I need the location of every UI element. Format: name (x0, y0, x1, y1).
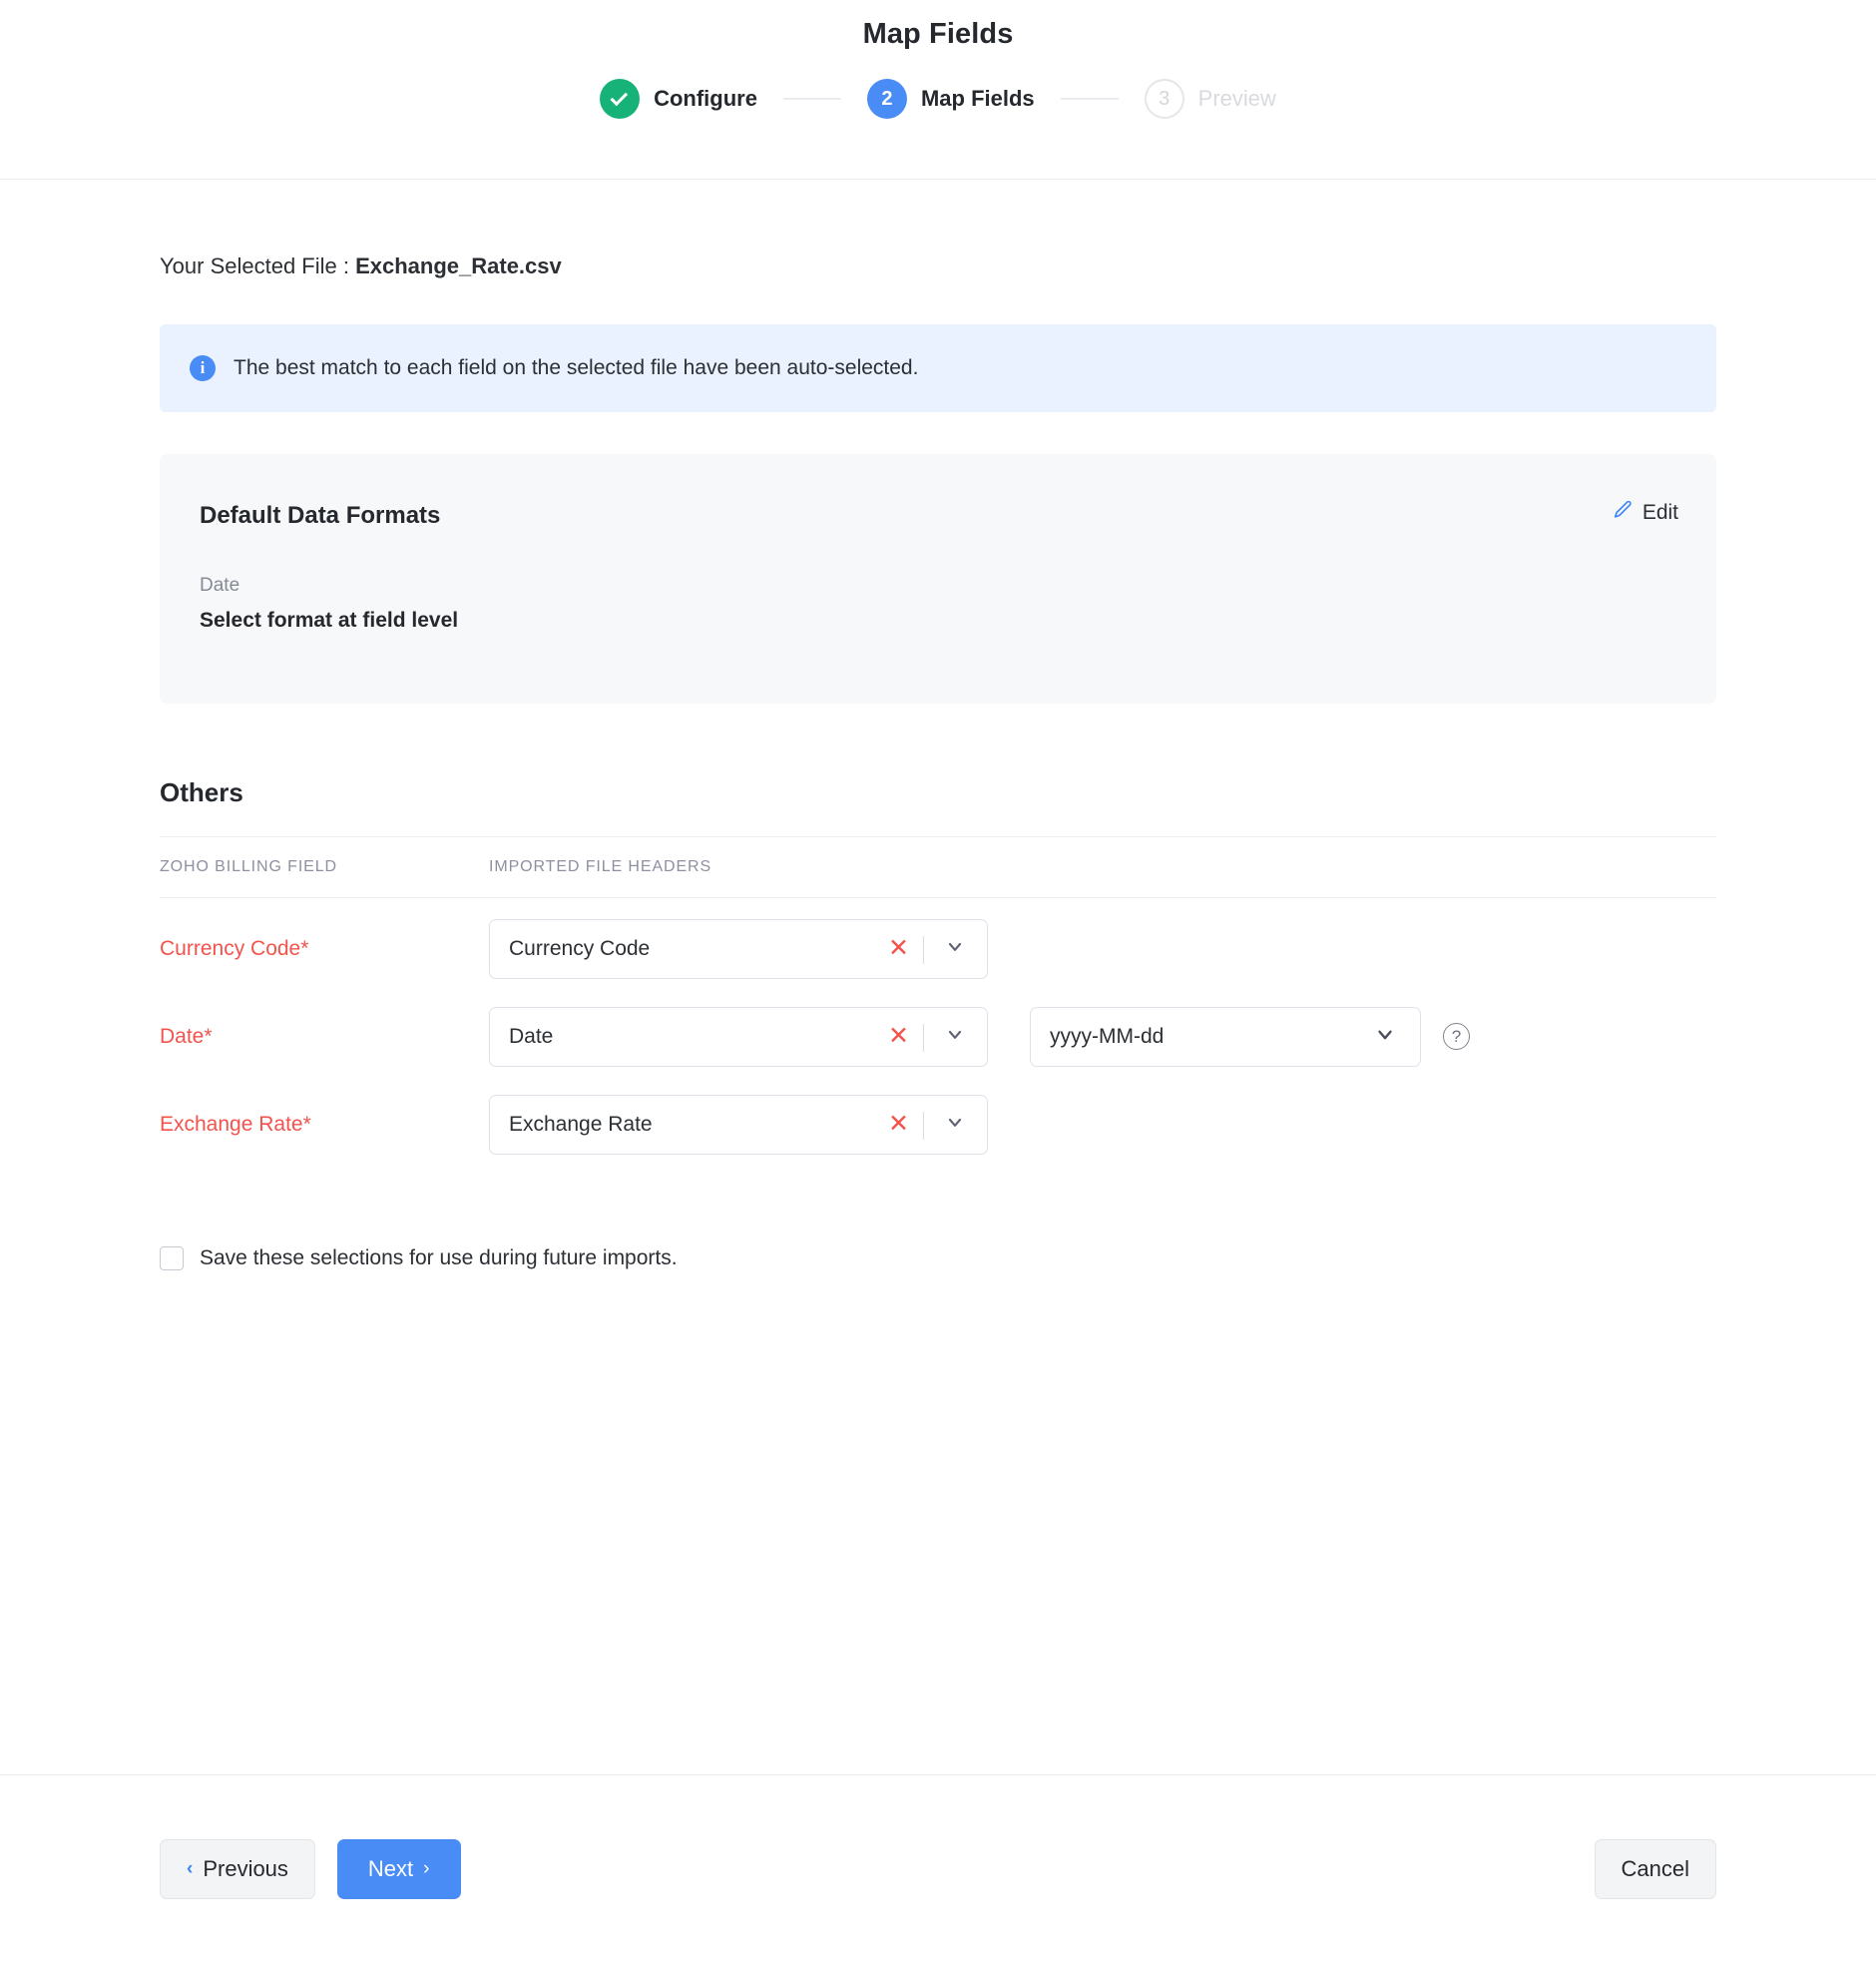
footer-left-actions: ‹ Previous Next › (160, 1839, 461, 1899)
stepper-connector-1 (783, 98, 841, 100)
step-preview-badge: 3 (1145, 79, 1184, 119)
field-label-exchange-rate: Exchange Rate* (160, 1113, 489, 1137)
page-title: Map Fields (863, 18, 1014, 51)
help-circle-icon[interactable]: ? (1443, 1023, 1470, 1050)
table-row: Date* Date ✕ yyyy-MM-dd ? (160, 999, 1716, 1074)
chevron-left-icon: ‹ (187, 1859, 193, 1878)
mapping-select-value: Date (509, 1025, 553, 1049)
close-icon[interactable]: ✕ (888, 1112, 909, 1137)
select-divider (923, 936, 924, 964)
pencil-icon (1612, 499, 1634, 526)
step-configure-badge (600, 79, 640, 119)
mapping-select-value: Exchange Rate (509, 1113, 653, 1137)
chevron-down-icon[interactable] (945, 1024, 965, 1049)
wizard-stepper: Configure 2 Map Fields 3 Preview (600, 79, 1276, 119)
chevron-down-icon[interactable] (945, 936, 965, 961)
chevron-down-icon[interactable] (945, 1112, 965, 1137)
save-selections-checkbox[interactable] (160, 1246, 184, 1270)
check-icon (611, 88, 629, 106)
date-format-select[interactable]: yyyy-MM-dd (1030, 1007, 1421, 1067)
selected-file-line: Your Selected File : Exchange_Rate.csv (160, 180, 1716, 279)
default-format-field-value: Select format at field level (200, 609, 1676, 633)
cancel-button[interactable]: Cancel (1595, 1839, 1716, 1899)
chevron-right-icon: › (423, 1859, 429, 1878)
wizard-body: Your Selected File : Exchange_Rate.csv i… (0, 180, 1876, 1774)
auto-select-info-banner: i The best match to each field on the se… (160, 324, 1716, 412)
next-button[interactable]: Next › (337, 1839, 461, 1899)
selected-file-prefix: Your Selected File : (160, 253, 355, 278)
column-header-imported-headers: IMPORTED FILE HEADERS (489, 858, 933, 876)
step-preview-label: Preview (1198, 86, 1276, 112)
select-divider (923, 1112, 924, 1140)
field-label-currency-code: Currency Code* (160, 937, 489, 961)
wizard-footer: ‹ Previous Next › Cancel (0, 1774, 1876, 1962)
edit-formats-label: Edit (1642, 501, 1678, 525)
step-preview[interactable]: 3 Preview (1145, 79, 1276, 119)
field-label-date: Date* (160, 1025, 489, 1049)
step-configure-label: Configure (654, 86, 757, 112)
mapping-select-date[interactable]: Date ✕ (489, 1007, 988, 1067)
default-formats-title: Default Data Formats (200, 502, 1676, 530)
mapping-select-currency-code[interactable]: Currency Code ✕ (489, 919, 988, 979)
select-divider (923, 1024, 924, 1052)
default-format-field-label: Date (200, 575, 1676, 597)
table-header-row: ZOHO BILLING FIELD IMPORTED FILE HEADERS (160, 836, 1716, 898)
default-data-formats-card: Default Data Formats Edit Date Select fo… (160, 454, 1716, 704)
close-icon[interactable]: ✕ (888, 936, 909, 961)
info-banner-text: The best match to each field on the sele… (234, 356, 918, 380)
edit-formats-button[interactable]: Edit (1612, 499, 1678, 526)
table-row: Currency Code* Currency Code ✕ (160, 911, 1716, 986)
wizard-header: Map Fields Configure 2 Map Fields 3 Prev… (0, 0, 1876, 180)
step-map-fields-label: Map Fields (921, 86, 1035, 112)
close-icon[interactable]: ✕ (888, 1024, 909, 1049)
step-configure[interactable]: Configure (600, 79, 757, 119)
save-selections-row: Save these selections for use during fut… (160, 1246, 1716, 1270)
stepper-connector-2 (1061, 98, 1119, 100)
mapping-select-value: Currency Code (509, 937, 650, 961)
map-fields-wizard: Map Fields Configure 2 Map Fields 3 Prev… (0, 0, 1876, 1962)
footer-right-actions: Cancel (1595, 1839, 1716, 1899)
step-map-fields[interactable]: 2 Map Fields (867, 79, 1035, 119)
save-selections-label: Save these selections for use during fut… (200, 1246, 678, 1270)
field-mapping-table: ZOHO BILLING FIELD IMPORTED FILE HEADERS… (160, 836, 1716, 1162)
cancel-button-label: Cancel (1622, 1856, 1689, 1882)
step-map-fields-badge: 2 (867, 79, 907, 119)
next-button-label: Next (368, 1856, 413, 1882)
column-header-zoho-field: ZOHO BILLING FIELD (160, 858, 489, 876)
selected-file-name: Exchange_Rate.csv (355, 253, 562, 278)
previous-button-label: Previous (203, 1856, 288, 1882)
date-format-value: yyyy-MM-dd (1050, 1025, 1164, 1049)
mapping-select-exchange-rate[interactable]: Exchange Rate ✕ (489, 1095, 988, 1155)
chevron-down-icon[interactable] (1374, 1023, 1396, 1050)
section-title-others: Others (160, 777, 1716, 808)
info-icon: i (190, 355, 216, 381)
previous-button[interactable]: ‹ Previous (160, 1839, 315, 1899)
table-row: Exchange Rate* Exchange Rate ✕ (160, 1087, 1716, 1162)
